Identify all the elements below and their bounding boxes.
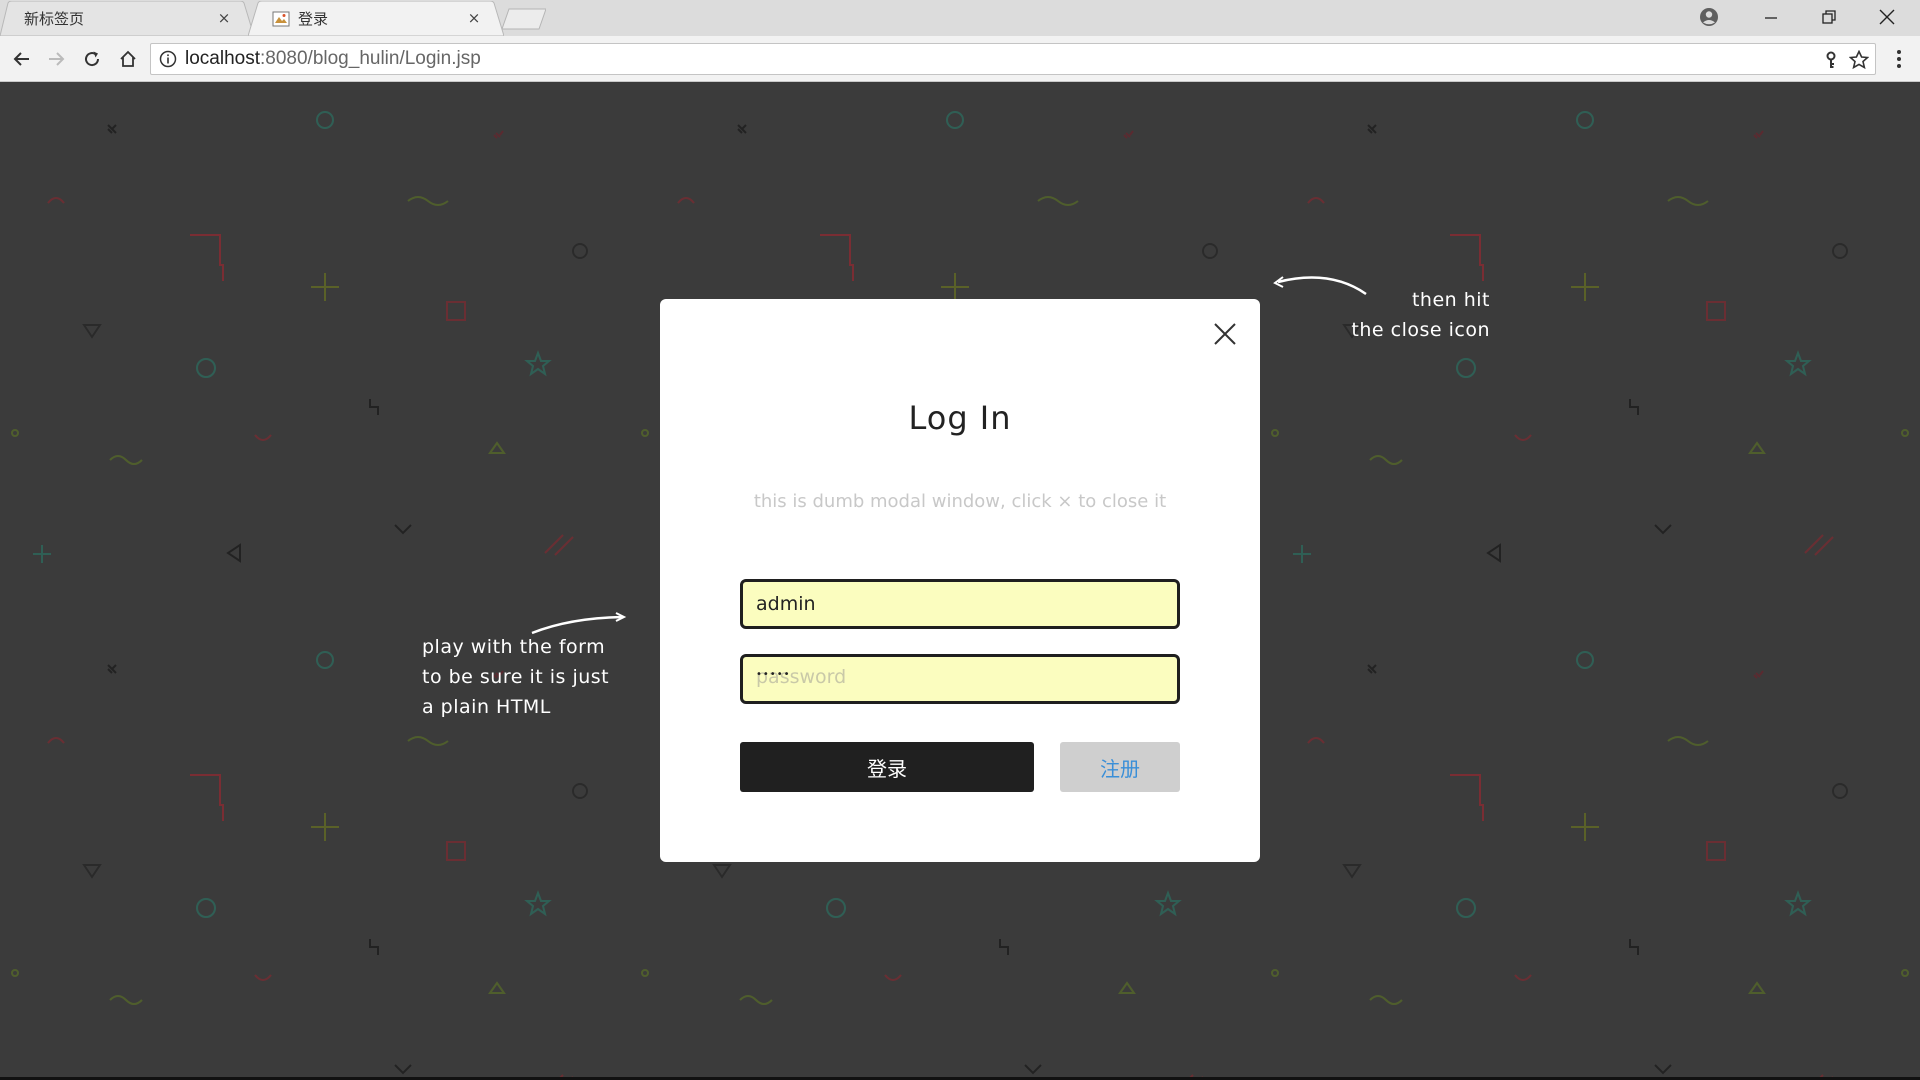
tab-close-icon[interactable]: × <box>216 10 232 26</box>
hint-line: play with the form <box>422 636 606 658</box>
reload-button[interactable] <box>78 45 106 73</box>
tab-strip: 新标签页 × 登录 × <box>0 0 1920 36</box>
kebab-menu-icon <box>1897 50 1901 68</box>
reload-icon <box>85 51 100 67</box>
url-host: localhost <box>185 48 260 69</box>
login-modal: Log In this is dumb modal window, click … <box>660 299 1260 862</box>
hint-line: to be sure it is just <box>422 666 610 688</box>
password-input[interactable] <box>740 654 1180 704</box>
hint-right: then hit the close icon <box>1300 285 1490 345</box>
close-window-button[interactable] <box>1858 0 1916 34</box>
back-arrow-icon <box>13 52 29 66</box>
address-bar[interactable]: localhost:8080/blog_hulin/Login.jsp <box>150 43 1876 75</box>
minimize-icon <box>1765 17 1777 19</box>
home-button[interactable] <box>114 45 142 73</box>
url-path: :8080/blog_hulin/Login.jsp <box>260 48 481 69</box>
modal-close-icon[interactable] <box>1210 319 1240 349</box>
page-content: play with the form to be sure it is just… <box>0 83 1920 1080</box>
forward-arrow-icon <box>49 52 65 66</box>
favicon-icon <box>272 11 290 26</box>
bookmark-star-icon[interactable] <box>1849 50 1869 70</box>
login-button[interactable]: 登录 <box>740 742 1034 792</box>
forward-button[interactable] <box>42 45 70 73</box>
tab-title: 新标签页 <box>24 10 85 28</box>
tab-new-tab[interactable]: 新标签页 × <box>0 1 254 36</box>
restore-icon <box>1822 10 1836 24</box>
profile-icon[interactable] <box>1698 6 1720 28</box>
minimize-button[interactable] <box>1742 0 1800 34</box>
new-tab-button[interactable] <box>502 8 546 30</box>
hint-left: play with the form to be sure it is just… <box>422 632 652 722</box>
hint-line: a plain HTML <box>422 696 551 718</box>
modal-description: this is dumb modal window, click × to cl… <box>753 491 1167 512</box>
modal-title: Log In <box>908 399 1012 437</box>
tab-close-icon[interactable]: × <box>466 10 482 26</box>
key-icon[interactable] <box>1821 50 1841 70</box>
site-info-icon[interactable] <box>159 50 177 68</box>
restore-button[interactable] <box>1800 0 1858 34</box>
tab-title: 登录 <box>298 10 329 28</box>
tab-login[interactable]: 登录 × <box>248 1 504 36</box>
home-icon <box>120 50 136 67</box>
register-button[interactable]: 注册 <box>1060 742 1180 792</box>
url-text: localhost:8080/blog_hulin/Login.jsp <box>185 48 481 70</box>
hint-line: then hit <box>1411 289 1490 311</box>
browser-toolbar: localhost:8080/blog_hulin/Login.jsp <box>0 36 1920 82</box>
hint-line: the close icon <box>1351 319 1490 341</box>
browser-menu-button[interactable] <box>1886 45 1912 73</box>
back-button[interactable] <box>8 45 36 73</box>
close-window-icon <box>1879 9 1895 25</box>
username-input[interactable] <box>740 579 1180 629</box>
